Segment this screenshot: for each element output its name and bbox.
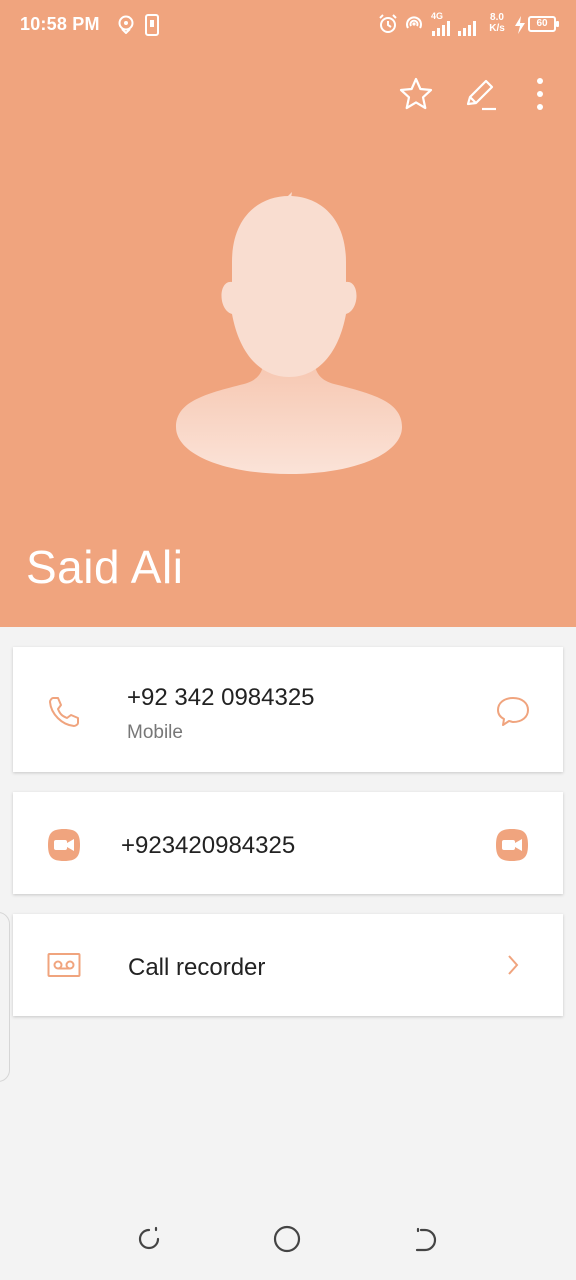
signal-icon-2	[458, 20, 480, 41]
location-icon	[116, 14, 136, 39]
back-icon	[411, 1225, 439, 1258]
message-icon[interactable]	[493, 691, 533, 731]
video-call-icon[interactable]	[47, 828, 81, 862]
star-icon	[398, 76, 434, 117]
video-call-action-icon[interactable]	[495, 828, 529, 862]
phone-icon[interactable]	[45, 691, 85, 731]
favorite-button[interactable]	[396, 76, 436, 116]
side-panel-handle[interactable]	[0, 912, 10, 1082]
navigation-bar	[0, 1200, 576, 1280]
status-time: 10:58 PM	[20, 14, 100, 34]
call-recorder-label: Call recorder	[128, 954, 266, 981]
contact-header: 10:58 PM 4G 8.0 K/s 60 Said Ali	[0, 0, 576, 627]
alarm-icon	[378, 14, 398, 39]
hotspot-icon	[404, 14, 424, 39]
battery-icon: 60	[528, 16, 559, 32]
avatar	[174, 192, 404, 477]
home-icon	[272, 1224, 302, 1259]
network-speed: 8.0 K/s	[485, 12, 509, 34]
more-vert-icon	[535, 77, 545, 116]
chevron-right-icon	[501, 952, 525, 978]
voicemail-icon	[47, 950, 81, 980]
more-options-button[interactable]	[520, 76, 560, 116]
recents-icon	[135, 1225, 163, 1258]
network-speed-value: 8.0	[490, 12, 504, 23]
network-speed-unit: K/s	[489, 23, 505, 34]
video-call-number: +923420984325	[121, 832, 296, 859]
edit-icon	[462, 76, 498, 117]
charging-icon	[514, 16, 526, 39]
call-recorder-card[interactable]: Call recorder	[13, 914, 563, 1016]
edit-button[interactable]	[460, 76, 500, 116]
signal-icon	[432, 20, 454, 41]
phone-number: +92 342 0984325	[127, 684, 315, 711]
phone-type-label: Mobile	[127, 722, 183, 743]
recents-button[interactable]	[134, 1226, 164, 1256]
video-call-card[interactable]: +923420984325	[13, 792, 563, 894]
back-button[interactable]	[410, 1226, 440, 1256]
home-button[interactable]	[272, 1224, 302, 1259]
contact-name: Said Ali	[26, 541, 184, 593]
sim-icon	[144, 14, 160, 41]
status-bar: 10:58 PM 4G 8.0 K/s 60	[0, 0, 576, 52]
phone-number-card[interactable]: +92 342 0984325 Mobile	[13, 647, 563, 772]
